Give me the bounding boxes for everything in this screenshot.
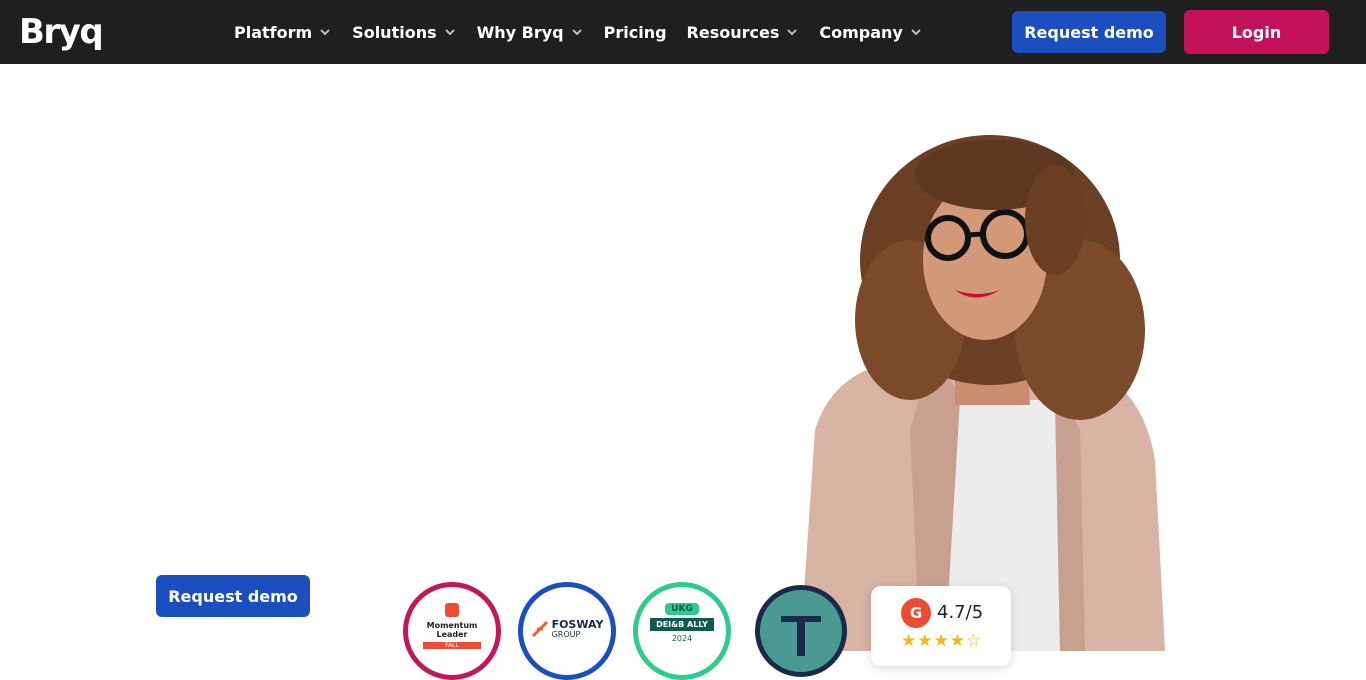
chevron-down-icon [320,29,330,36]
ukg-badge-ribbon: DEI&B ALLY [650,618,714,631]
hero-request-demo-button[interactable]: Request demo [156,575,310,617]
fosway-name: FOSWAY [551,618,604,631]
top-navbar: Bryq Platform Solutions Why Bryq Pricing… [0,0,1366,64]
menu-pricing-label: Pricing [603,22,667,42]
chevron-down-icon [787,29,798,36]
menu-company-label: Company [819,22,903,42]
ukg-deib-ally-badge: UKG DEI&B ALLY 2024 [633,582,731,680]
g2-momentum-leader-badge: Momentum Leader FALL [403,582,501,680]
hero-woman-image [800,135,1165,651]
main-menu: Platform Solutions Why Bryq Pricing Reso… [234,0,943,64]
fosway-group-badge: FOSWAY GROUP [518,582,616,680]
fosway-mark-icon [531,620,548,638]
chevron-down-icon [444,29,455,36]
menu-platform[interactable]: Platform [234,23,332,42]
menu-company[interactable]: Company [819,23,922,42]
menu-resources-label: Resources [686,22,780,42]
g2-badge-season: FALL [423,642,481,649]
menu-solutions[interactable]: Solutions [352,23,456,42]
login-button[interactable]: Login [1184,10,1329,54]
bryq-logo[interactable]: Bryq [19,12,104,52]
ukg-badge-top: UKG [665,603,699,615]
g2-rating-score: 4.7/5 [937,602,984,623]
ta-badge-mark-icon [781,616,821,656]
g2-badge-icon [445,603,459,617]
chevron-down-icon [571,29,582,36]
menu-why-bryq-label: Why Bryq [476,22,564,42]
ukg-badge-year: 2024 [671,634,693,643]
fosway-logo: FOSWAY GROUP [531,618,604,639]
g2-logo-icon: G [901,598,931,628]
g2-badge-line1: Momentum [426,621,478,630]
menu-solutions-label: Solutions [352,22,437,42]
ta-ecosystem-innovator-badge [755,585,847,677]
chevron-down-icon [911,29,921,36]
menu-why-bryq[interactable]: Why Bryq [477,23,584,42]
g2-rating-card: G 4.7/5 ★★★★☆ [871,586,1011,666]
g2-rating-stars: ★★★★☆ [901,631,983,651]
g2-badge-line2: Leader [436,630,468,639]
menu-pricing[interactable]: Pricing [604,23,667,42]
menu-resources[interactable]: Resources [687,23,800,42]
fosway-sub: GROUP [551,630,581,639]
menu-platform-label: Platform [234,22,313,42]
request-demo-button[interactable]: Request demo [1012,11,1166,53]
